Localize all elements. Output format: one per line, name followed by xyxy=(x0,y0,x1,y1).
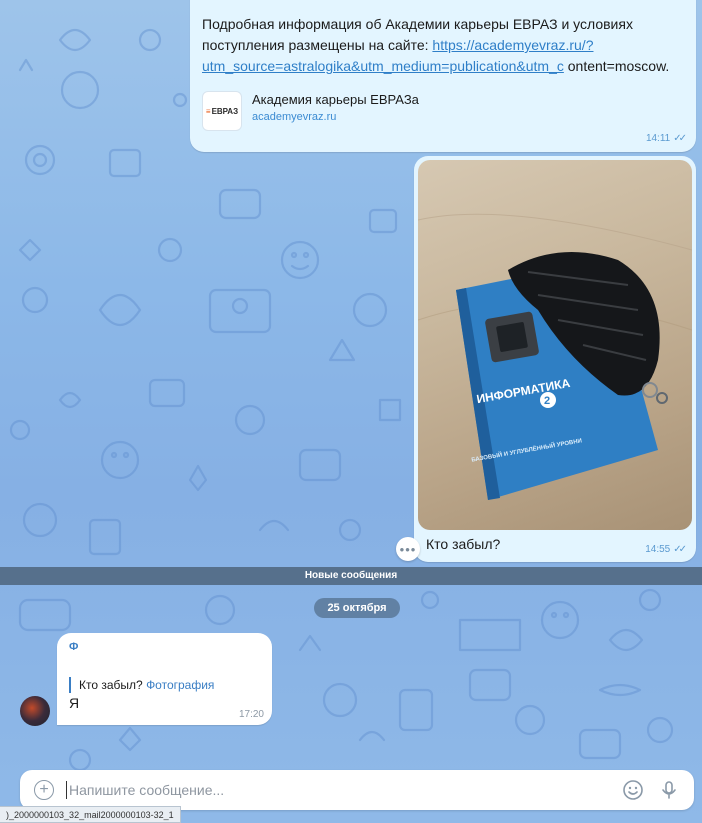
microphone-icon[interactable] xyxy=(658,779,680,801)
double-check-icon: ✓✓ xyxy=(673,544,687,555)
message-composer: + xyxy=(20,770,694,810)
evraz-logo: ≡ ЕВРАЗ xyxy=(202,91,242,131)
sender-name[interactable]: Ф xyxy=(69,641,260,653)
reply-quote[interactable]: Кто забыл? Фотография xyxy=(69,677,260,693)
smile-icon[interactable] xyxy=(622,779,644,801)
photo-attachment[interactable]: ИНФОРМАТИКА 2 БАЗОВЫЙ И УГЛУБЛЁННЫЙ УРОВ… xyxy=(418,160,692,530)
link-preview-card[interactable]: ≡ ЕВРАЗ Академия карьеры ЕВРАЗа academyev… xyxy=(202,91,682,131)
message-incoming: Ф Кто забыл? Фотография Я 17:20 xyxy=(57,633,272,725)
preview-title: Академия карьеры ЕВРАЗа xyxy=(252,92,419,107)
double-check-icon: ✓✓ xyxy=(673,133,687,144)
date-separator: 25 октября xyxy=(314,598,400,618)
preview-site[interactable]: academyevraz.ru xyxy=(252,109,419,125)
message-photo: ИНФОРМАТИКА 2 БАЗОВЫЙ И УГЛУБЛЁННЫЙ УРОВ… xyxy=(414,156,696,562)
message-body: Я xyxy=(69,695,80,711)
message-input[interactable] xyxy=(66,781,622,799)
message-text: Подробная информация об Академии карьеры… xyxy=(202,16,670,74)
ellipsis-icon[interactable]: ••• xyxy=(396,537,420,561)
plus-circle-icon[interactable]: + xyxy=(34,780,54,800)
avatar[interactable] xyxy=(20,696,50,726)
message-time: 17:20 xyxy=(238,709,264,720)
message-time: 14:11 ✓✓ xyxy=(645,133,687,144)
book-number: 2 xyxy=(544,395,550,407)
new-messages-separator: Новые сообщения xyxy=(0,567,702,585)
photo-caption: Кто забыл? xyxy=(426,536,501,552)
status-tooltip: )_2000000103_32_mail2000000103-32_1 xyxy=(0,806,181,823)
message-link-preview: Подробная информация об Академии карьеры… xyxy=(190,0,696,152)
message-time: 14:55 ✓✓ xyxy=(645,544,687,555)
